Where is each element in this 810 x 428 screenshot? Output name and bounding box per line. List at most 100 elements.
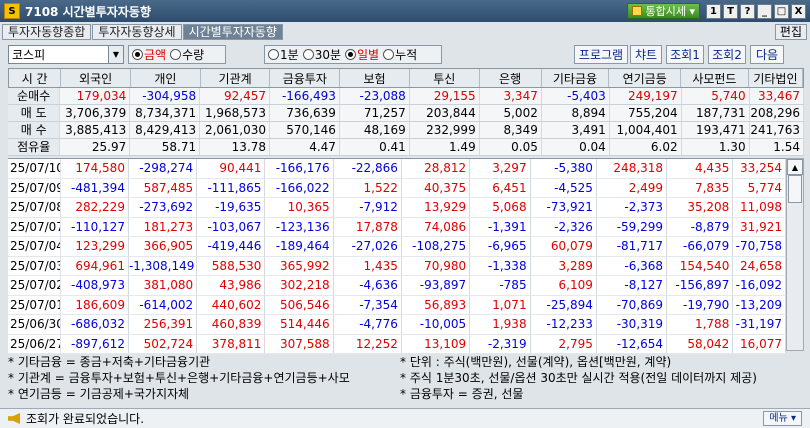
table-row[interactable]: 25/07/09 -481,394 587,485 -111,865 -166,022 1…: [8, 178, 786, 198]
col-header: 사모펀드: [681, 69, 749, 87]
link-1-button[interactable]: 1: [706, 3, 721, 19]
next-button[interactable]: 다음: [750, 45, 784, 64]
summary-cell: 3,885,413: [60, 122, 131, 138]
col-header: 투신: [410, 69, 480, 87]
value-cell: 43,986: [197, 276, 266, 295]
value-cell: 256,391: [129, 315, 198, 334]
value-cell: 186,609: [61, 295, 129, 314]
summary-cell: 249,197: [610, 88, 682, 104]
value-cell: 56,893: [402, 295, 471, 314]
value-cell: 7,835: [667, 178, 734, 197]
radio-cumulative[interactable]: 누적: [383, 46, 417, 63]
value-cell: 10,365: [265, 198, 334, 217]
value-cell: -103,067: [197, 217, 266, 236]
table-row[interactable]: 25/07/04 123,299 366,905 -419,446 -189,464 -2…: [8, 237, 786, 257]
summary-cell: 2,061,030: [200, 122, 271, 138]
value-cell: -1,338: [470, 256, 531, 275]
notes-panel: * 기타금융 = 종금+저축+기타금융기관 * 기관계 = 금융투자+보험+투신…: [8, 354, 804, 404]
help-button[interactable]: ?: [740, 3, 755, 19]
program-button[interactable]: 프로그램: [574, 45, 628, 64]
integrated-quote-combo[interactable]: 통합시세 ▾: [627, 3, 700, 19]
note-left-3: * 연기금등 = 기금공제+국가지자체: [8, 387, 190, 401]
table-row[interactable]: 25/07/08 282,229 -273,692 -19,635 10,365 -7,9…: [8, 198, 786, 218]
query2-button[interactable]: 조회2: [708, 45, 746, 64]
summary-cell: 3,706,379: [60, 105, 131, 121]
value-cell: -108,275: [402, 237, 471, 256]
value-cell: 366,905: [129, 237, 198, 256]
col-header: 기타법인: [749, 69, 804, 87]
value-cell: -12,233: [531, 315, 597, 334]
value-cell: -481,394: [61, 178, 129, 197]
edit-button[interactable]: 편집: [774, 24, 807, 40]
col-header: 연기금등: [609, 69, 682, 87]
menu-button[interactable]: 메뉴 ▾: [763, 411, 802, 426]
close-button[interactable]: X: [791, 3, 806, 19]
summary-cell: 3,347: [480, 88, 542, 104]
summary-cell: 203,844: [410, 105, 480, 121]
summary-cell: 0.41: [340, 139, 410, 155]
table-row[interactable]: 25/07/07 -110,127 181,273 -103,067 -123,136 1…: [8, 217, 786, 237]
value-cell: -8,879: [667, 217, 734, 236]
value-cell: 74,086: [402, 217, 471, 236]
summary-cell: 92,457: [200, 88, 271, 104]
date-cell: 25/07/03: [8, 256, 61, 275]
value-cell: 11,098: [733, 198, 786, 217]
query1-button[interactable]: 조회1: [666, 45, 704, 64]
note-right-2: * 주식 1분30초, 선물/옵션 30초만 실시간 적용(전일 데이터까지 제…: [400, 371, 757, 385]
market-select[interactable]: 코스피 ▼: [8, 45, 124, 64]
table-row[interactable]: 25/06/27 -897,612 502,724 378,811 307,588 12,…: [8, 334, 786, 354]
text-button[interactable]: T: [723, 3, 738, 19]
table-row[interactable]: 25/06/30 -686,032 256,391 460,839 514,446 -4,…: [8, 315, 786, 335]
value-cell: -70,869: [597, 295, 668, 314]
scroll-up-icon[interactable]: ▲: [787, 159, 803, 175]
radio-quantity[interactable]: 수량: [170, 46, 204, 63]
radio-1min[interactable]: 1분: [268, 46, 299, 63]
value-cell: -166,176: [265, 159, 334, 178]
value-cell: 282,229: [61, 198, 129, 217]
value-cell: 588,530: [197, 256, 266, 275]
chart-button[interactable]: 챠트: [630, 45, 662, 64]
summary-cell: 1.30: [682, 139, 750, 155]
summary-table: 순매수 179,034 -304,958 92,457 -166,493 -23,088 2…: [8, 88, 804, 156]
summary-cell: 193,471: [682, 122, 750, 138]
value-cell: -16,092: [733, 276, 786, 295]
value-cell: 378,811: [197, 334, 266, 353]
speaker-icon: [8, 413, 20, 424]
col-header: 기타금융: [542, 69, 610, 87]
window-title: 7108 시간별투자자동향: [25, 4, 151, 19]
value-cell: -897,612: [61, 334, 129, 353]
lock-icon: [632, 6, 643, 16]
tab-hourly-investor[interactable]: 시간별투자자동향: [182, 24, 283, 40]
table-row[interactable]: 25/07/10 174,580 -298,274 90,441 -166,176 -22…: [8, 159, 786, 179]
scroll-thumb[interactable]: [788, 175, 802, 203]
value-cell: 123,299: [61, 237, 129, 256]
value-cell: -4,776: [334, 315, 402, 334]
summary-cell: 25.97: [60, 139, 131, 155]
radio-daily[interactable]: 일별: [345, 46, 379, 63]
value-cell: 506,546: [265, 295, 334, 314]
date-cell: 25/07/02: [8, 276, 61, 295]
value-cell: -22,866: [334, 159, 402, 178]
summary-cell: 33,467: [750, 88, 804, 104]
vertical-scrollbar[interactable]: ▲: [786, 158, 804, 351]
table-row[interactable]: 25/07/01 186,609 -614,002 440,602 506,546 -7,…: [8, 295, 786, 315]
radio-30min[interactable]: 30분: [302, 46, 341, 63]
value-cell: 90,441: [197, 159, 266, 178]
table-row[interactable]: 25/07/02 -408,973 381,080 43,986 302,218 -4,6…: [8, 276, 786, 296]
table-row[interactable]: 25/07/03 694,961 -1,308,149 588,530 365,992 1…: [8, 256, 786, 276]
tab-investor-detail[interactable]: 투자자동향상세: [92, 24, 182, 40]
summary-label: 매 도: [8, 105, 61, 121]
value-cell: -1,308,149: [129, 256, 198, 275]
tab-investor-summary[interactable]: 투자자동향종합: [2, 24, 92, 40]
note-right-3: * 금융투자 = 증권, 선물: [400, 387, 524, 401]
radio-amount[interactable]: 금액: [132, 46, 166, 63]
value-cell: 365,992: [265, 256, 334, 275]
summary-cell: 71,257: [340, 105, 410, 121]
app-icon: S: [4, 3, 20, 19]
minimize-button[interactable]: _: [757, 3, 772, 19]
summary-cell: 8,349: [480, 122, 542, 138]
maximize-button[interactable]: □: [774, 3, 789, 19]
value-cell: -614,002: [129, 295, 198, 314]
status-message: 조회가 완료되었습니다.: [26, 412, 145, 426]
daily-table: 25/07/10 174,580 -298,274 90,441 -166,176 -22…: [8, 158, 786, 354]
